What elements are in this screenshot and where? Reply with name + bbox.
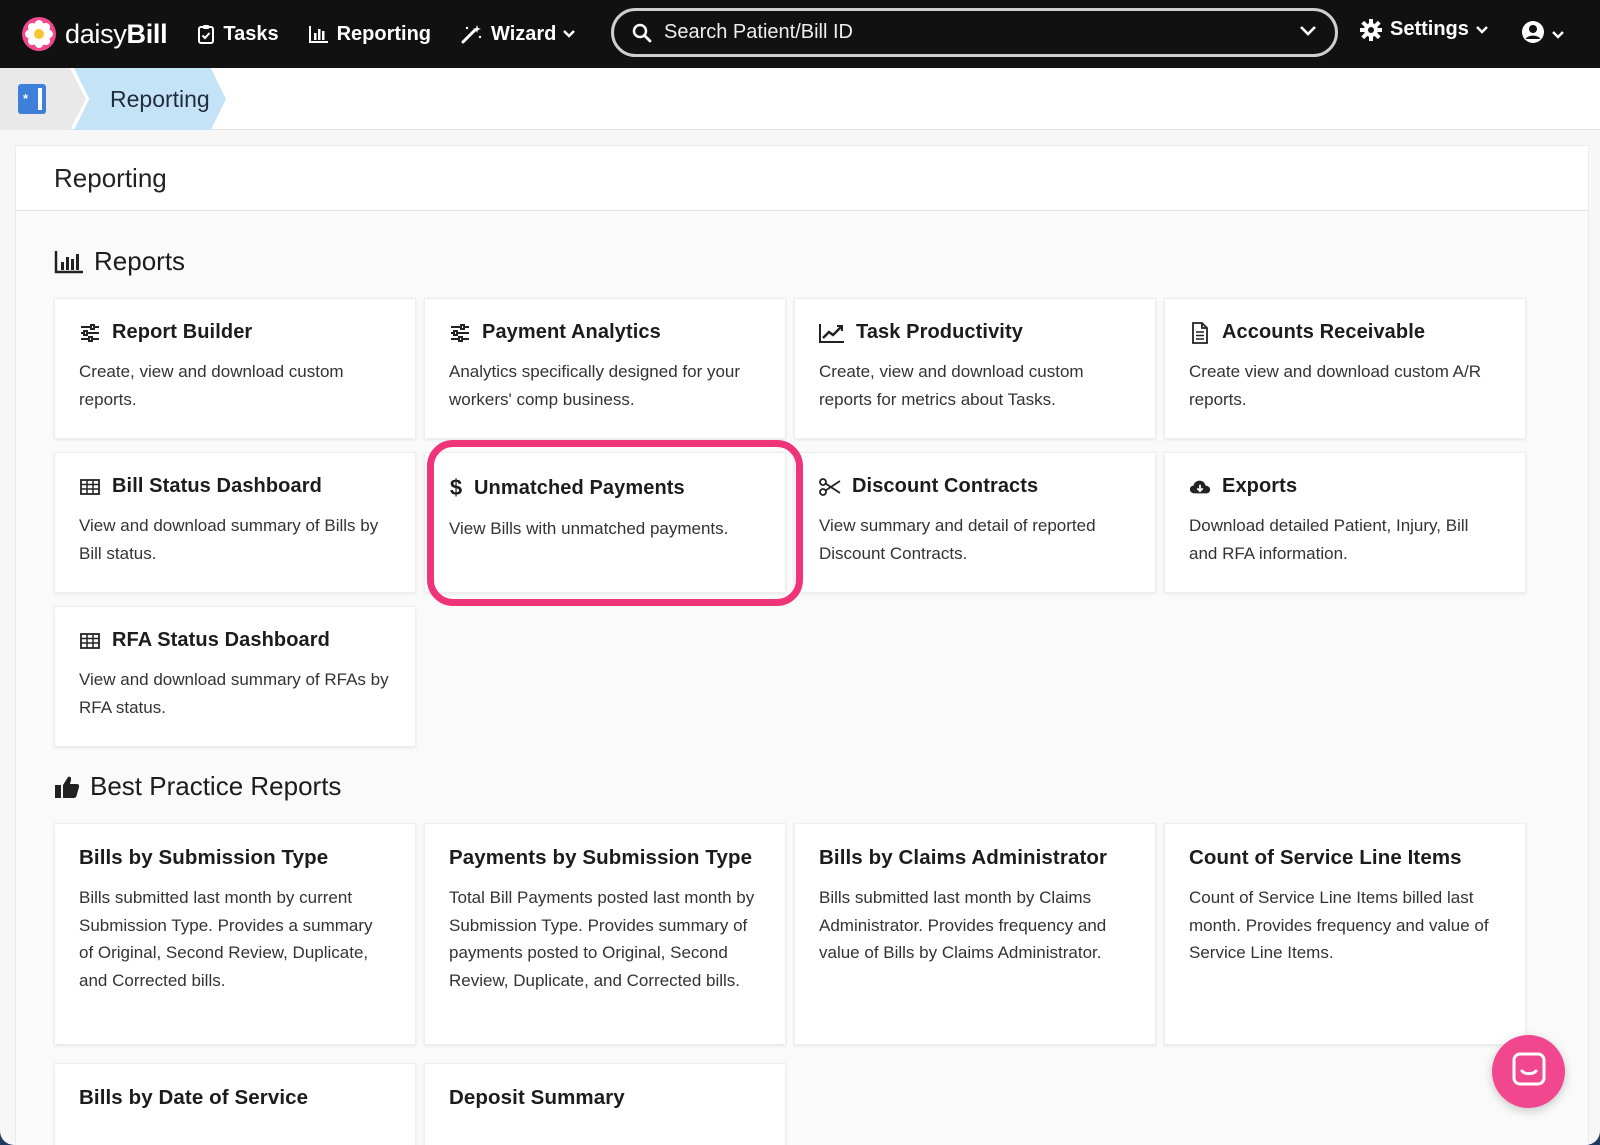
bar-chart-icon: [54, 250, 84, 274]
best-practice-card-count-of-service-line-items[interactable]: Count of Service Line Items Count of Ser…: [1164, 823, 1526, 1045]
bar-chart-icon: [308, 25, 329, 43]
card-title: Count of Service Line Items: [1189, 846, 1462, 869]
report-card-rfa-status-dashboard[interactable]: RFA Status Dashboard View and download s…: [54, 606, 416, 747]
card-title: Bills by Submission Type: [79, 846, 329, 869]
nav-reporting-label: Reporting: [336, 22, 432, 45]
card-description: Download detailed Patient, Injury, Bill …: [1189, 516, 1469, 563]
nav-wizard-label: Wizard: [491, 22, 557, 45]
user-menu[interactable]: [1521, 20, 1565, 49]
card-title: Unmatched Payments: [474, 476, 685, 499]
card-title: Exports: [1222, 475, 1298, 497]
card-description: Analytics specifically designed for your…: [449, 362, 741, 409]
reports-heading: Reports: [54, 246, 185, 277]
line-chart-icon: [819, 323, 845, 343]
card-title: Discount Contracts: [852, 475, 1039, 497]
best-practice-card-deposit-summary[interactable]: Deposit Summary: [424, 1063, 786, 1145]
card-description: Total Bill Payments posted last month by…: [449, 888, 755, 990]
card-description: Create view and download custom A/R repo…: [1189, 362, 1481, 409]
card-title: Payments by Submission Type: [449, 846, 753, 869]
card-title: RFA Status Dashboard: [112, 629, 330, 651]
best-practice-card-bills-by-claims-administrator[interactable]: Bills by Claims Administrator Bills subm…: [794, 823, 1156, 1045]
report-card-report-builder[interactable]: Report Builder Create, view and download…: [54, 298, 416, 439]
card-description: Bills submitted last month by current Su…: [79, 888, 373, 990]
card-title: Deposit Summary: [449, 1086, 625, 1109]
table-icon: [79, 632, 101, 649]
best-practice-card-bills-by-date-of-service[interactable]: Bills by Date of Service: [54, 1063, 416, 1145]
brand-name: daisyBill: [65, 18, 168, 49]
brand-logo[interactable]: daisyBill: [22, 17, 168, 51]
thumbs-up-icon: [54, 775, 80, 799]
breadcrumb-home[interactable]: *: [0, 68, 70, 130]
report-card-accounts-receivable[interactable]: Accounts Receivable Create view and down…: [1164, 298, 1526, 439]
sliders-icon: [449, 323, 471, 342]
card-description: Create, view and download custom reports…: [79, 362, 344, 409]
breadcrumb: * Reporting: [0, 68, 1600, 130]
report-card-bill-status-dashboard[interactable]: Bill Status Dashboard View and download …: [54, 452, 416, 593]
nav-wizard[interactable]: Wizard: [461, 23, 576, 46]
search-bar[interactable]: [611, 8, 1338, 57]
card-title: Bills by Date of Service: [79, 1086, 309, 1109]
breadcrumb-current[interactable]: Reporting: [74, 68, 226, 130]
chat-icon: [1512, 1052, 1546, 1091]
table-icon: [79, 478, 101, 495]
nav-settings-label: Settings: [1390, 18, 1469, 40]
report-card-payment-analytics[interactable]: Payment Analytics Analytics specifically…: [424, 298, 786, 439]
chat-launcher-button[interactable]: [1492, 1035, 1565, 1108]
best-practice-card-bills-by-submission-type[interactable]: Bills by Submission Type Bills submitted…: [54, 823, 416, 1045]
nav-tasks[interactable]: Tasks: [197, 22, 279, 46]
card-description: View summary and detail of reported Disc…: [819, 516, 1096, 563]
card-description: Bills submitted last month by Claims Adm…: [819, 888, 1107, 962]
daisy-logo-icon: [22, 17, 56, 51]
card-description: View and download summary of Bills by Bi…: [79, 516, 379, 563]
nav-settings[interactable]: Settings: [1360, 18, 1489, 41]
scissors-icon: [819, 477, 841, 496]
gear-icon: [1360, 18, 1382, 41]
card-title: Accounts Receivable: [1222, 321, 1426, 343]
search-dropdown-chevron-icon[interactable]: [1299, 24, 1317, 42]
chevron-down-icon: [1551, 30, 1565, 40]
document-icon: [1189, 321, 1211, 344]
report-card-discount-contracts[interactable]: Discount Contracts View summary and deta…: [794, 452, 1156, 593]
chevron-down-icon: [562, 29, 576, 39]
magic-wand-icon: [461, 24, 483, 44]
chevron-down-icon: [1475, 25, 1489, 35]
card-description: View Bills with unmatched payments.: [449, 519, 729, 538]
report-card-exports[interactable]: Exports Download detailed Patient, Injur…: [1164, 452, 1526, 593]
card-description: Create, view and download custom reports…: [819, 362, 1084, 409]
card-description: Count of Service Line Items billed last …: [1189, 888, 1489, 962]
cloud-download-icon: [1189, 478, 1211, 496]
page-title: Reporting: [16, 146, 1588, 211]
dollar-icon: $: [449, 475, 463, 500]
report-card-unmatched-payments[interactable]: $ Unmatched Payments View Bills with unm…: [424, 452, 786, 593]
best-practice-heading: Best Practice Reports: [54, 771, 341, 802]
top-nav: daisyBill Tasks Reporting Wizard Search …: [0, 0, 1600, 68]
card-title: Bills by Claims Administrator: [819, 846, 1108, 869]
card-title: Bill Status Dashboard: [112, 475, 322, 497]
card-title: Task Productivity: [856, 321, 1023, 343]
app-window: daisyBill Tasks Reporting Wizard Search …: [0, 0, 1600, 1145]
main-panel: Reporting Reports Report Builder Create,…: [15, 145, 1589, 1145]
card-description: View and download summary of RFAs by RFA…: [79, 670, 389, 717]
search-icon: [632, 23, 652, 43]
clipboard-check-icon: [197, 24, 215, 44]
best-practice-card-payments-by-submission-type[interactable]: Payments by Submission Type Total Bill P…: [424, 823, 786, 1045]
card-title: Payment Analytics: [482, 321, 661, 343]
report-card-task-productivity[interactable]: Task Productivity Create, view and downl…: [794, 298, 1156, 439]
nav-reporting[interactable]: Reporting: [308, 22, 432, 46]
notebook-icon: *: [18, 84, 46, 114]
nav-tasks-label: Tasks: [223, 22, 279, 45]
card-title: Report Builder: [112, 321, 253, 343]
sliders-icon: [79, 323, 101, 342]
user-avatar-icon: [1521, 20, 1545, 49]
search-input[interactable]: [664, 21, 1299, 44]
